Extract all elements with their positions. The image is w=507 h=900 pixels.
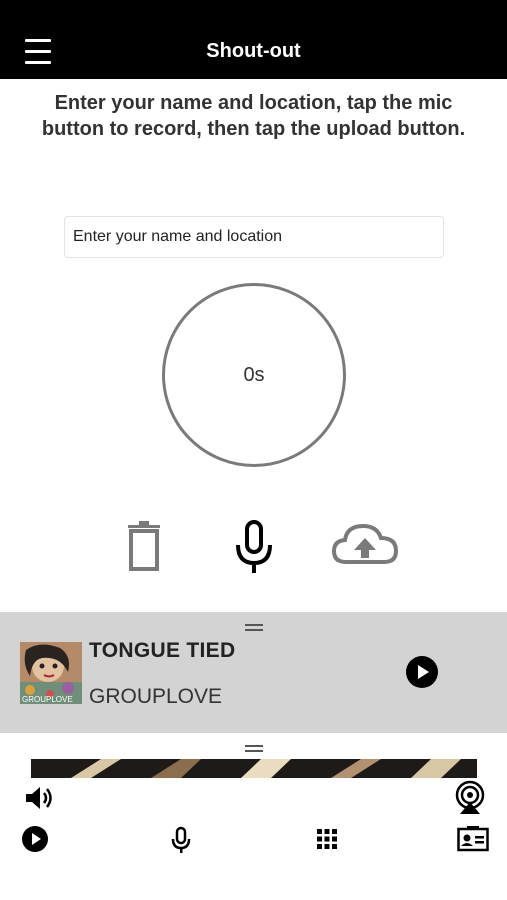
name-location-input[interactable] bbox=[64, 216, 444, 258]
drag-handle[interactable] bbox=[245, 624, 263, 632]
play-button[interactable] bbox=[406, 656, 438, 688]
tab-grid[interactable] bbox=[316, 828, 338, 850]
tab-contact[interactable] bbox=[457, 826, 489, 852]
contact-card-icon bbox=[457, 826, 489, 852]
airplay-button[interactable] bbox=[452, 780, 488, 816]
album-art-text: GROUPLOVE bbox=[22, 695, 73, 704]
microphone-icon bbox=[236, 520, 272, 573]
drag-handle[interactable] bbox=[245, 745, 263, 753]
delete-recording-button[interactable] bbox=[121, 519, 167, 573]
album-art: GROUPLOVE bbox=[20, 642, 82, 704]
airplay-icon bbox=[455, 780, 485, 814]
microphone-icon bbox=[171, 826, 191, 853]
play-icon bbox=[22, 826, 48, 852]
now-playing-panel[interactable]: GROUPLOVE TONGUE TIED GROUPLOVE bbox=[0, 612, 507, 733]
tab-shout-out[interactable] bbox=[169, 826, 193, 854]
bottom-tab-bar bbox=[0, 818, 507, 863]
secondary-panel[interactable] bbox=[0, 733, 507, 778]
audio-controls-bar bbox=[0, 778, 507, 818]
cloud-upload-icon bbox=[331, 523, 399, 564]
play-icon bbox=[406, 656, 438, 688]
grid-icon bbox=[317, 829, 337, 849]
volume-button[interactable] bbox=[23, 782, 55, 814]
elapsed-time: 0s bbox=[243, 363, 265, 386]
record-button[interactable] bbox=[228, 519, 280, 575]
upload-button[interactable] bbox=[330, 520, 400, 570]
banner-image bbox=[31, 759, 477, 778]
tab-player[interactable] bbox=[22, 826, 48, 852]
track-artist: GROUPLOVE bbox=[89, 685, 223, 708]
recording-timer: 0s bbox=[162, 283, 346, 467]
trash-icon bbox=[128, 521, 160, 571]
track-title: TONGUE TIED bbox=[89, 639, 236, 662]
page-title: Shout-out bbox=[206, 40, 301, 62]
instructions-text: Enter your name and location, tap the mi… bbox=[41, 92, 466, 140]
volume-icon bbox=[26, 787, 52, 809]
app-header: Shout-out bbox=[0, 0, 507, 79]
